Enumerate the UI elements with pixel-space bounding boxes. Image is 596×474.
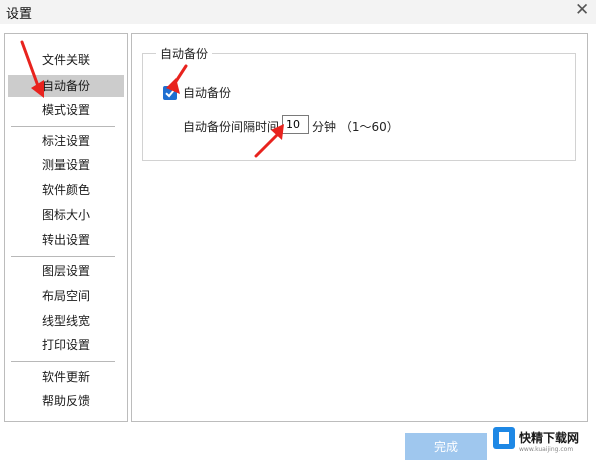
interval-unit-label: 分钟 （1～60） bbox=[312, 120, 399, 134]
sidebar-item-annotation-settings[interactable]: 标注设置 bbox=[5, 130, 127, 152]
sidebar-item-help-feedback[interactable]: 帮助反馈 bbox=[5, 390, 127, 412]
sidebar-item-layout-space[interactable]: 布局空间 bbox=[5, 285, 127, 307]
autobackup-groupbox bbox=[142, 53, 576, 161]
watermark-logo-icon bbox=[493, 427, 515, 449]
sidebar-item-export-settings[interactable]: 转出设置 bbox=[5, 229, 127, 251]
settings-sidebar: 文件关联 自动备份 模式设置 标注设置 测量设置 软件颜色 图标大小 转出设置 … bbox=[4, 33, 128, 422]
interval-label: 自动备份间隔时间 bbox=[183, 120, 280, 134]
sidebar-divider bbox=[11, 126, 115, 127]
close-icon[interactable]: ✕ bbox=[575, 0, 589, 20]
sidebar-item-software-color[interactable]: 软件颜色 bbox=[5, 179, 127, 201]
title-bar: 设置 ✕ bbox=[0, 0, 596, 24]
autobackup-checkbox[interactable] bbox=[163, 86, 177, 100]
group-title: 自动备份 bbox=[156, 45, 213, 62]
sidebar-item-file-association[interactable]: 文件关联 bbox=[5, 49, 127, 71]
autobackup-checkbox-label[interactable]: 自动备份 bbox=[183, 84, 231, 101]
sidebar-item-software-update[interactable]: 软件更新 bbox=[5, 366, 127, 388]
interval-input[interactable] bbox=[282, 115, 309, 134]
sidebar-item-linetype-width[interactable]: 线型线宽 bbox=[5, 310, 127, 332]
sidebar-item-layer-settings[interactable]: 图层设置 bbox=[5, 260, 127, 282]
watermark-url: www.kuaijing.com bbox=[519, 446, 574, 453]
done-button[interactable]: 完成 bbox=[405, 433, 487, 460]
check-icon bbox=[165, 89, 175, 98]
settings-content: 自动备份 自动备份 自动备份间隔时间 分钟 （1～60） bbox=[131, 33, 588, 422]
sidebar-item-auto-backup[interactable]: 自动备份 bbox=[8, 75, 124, 97]
sidebar-item-icon-size[interactable]: 图标大小 bbox=[5, 204, 127, 226]
sidebar-item-mode-settings[interactable]: 模式设置 bbox=[5, 99, 127, 121]
sidebar-item-measure-settings[interactable]: 测量设置 bbox=[5, 154, 127, 176]
sidebar-divider bbox=[11, 361, 115, 362]
sidebar-item-print-settings[interactable]: 打印设置 bbox=[5, 334, 127, 356]
window-title: 设置 bbox=[6, 7, 33, 22]
watermark-text: 快精下载网 bbox=[519, 431, 580, 445]
sidebar-divider bbox=[11, 256, 115, 257]
